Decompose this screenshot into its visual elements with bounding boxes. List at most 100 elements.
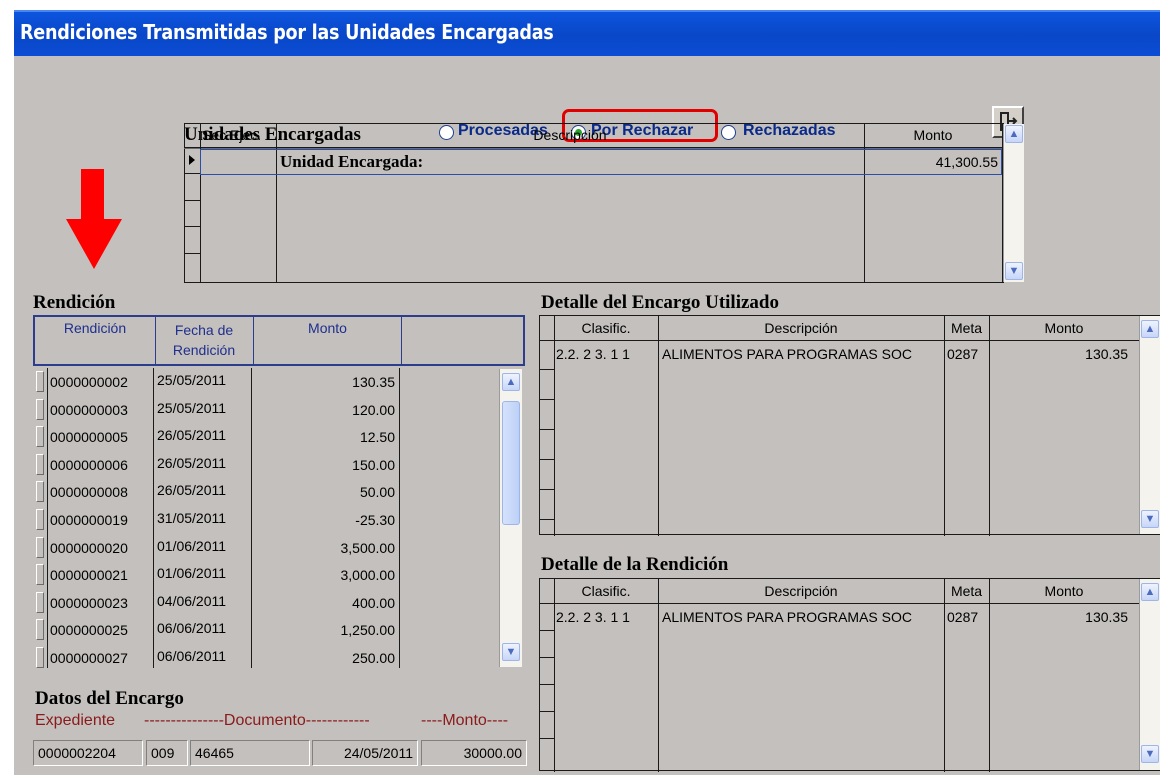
rendicion-monto: 120.00 — [352, 402, 395, 418]
rendicion-number: 0000000025 — [50, 622, 128, 638]
table-row[interactable]: 0000000027 06/06/2011 250.00 — [35, 644, 499, 672]
scroll-up-icon[interactable]: ▲ — [1005, 125, 1023, 143]
col-rendicion: Rendición — [63, 320, 127, 336]
row-selector[interactable] — [36, 619, 44, 640]
rendicion-fecha: 25/05/2011 — [157, 400, 227, 416]
rendicion-fecha: 26/05/2011 — [157, 482, 227, 498]
scroll-down-icon[interactable]: ▼ — [1141, 745, 1159, 763]
col-sec-ejec: Sec.Ejec. — [202, 127, 262, 143]
row-selector[interactable] — [36, 371, 44, 392]
col-descripcion: Descripción — [764, 320, 838, 336]
rendicion-monto: -25.30 — [355, 512, 395, 528]
detalle-rendicion-grid: Clasific. Descripción Meta Monto 2.2. 2 … — [539, 578, 1160, 772]
label-documento: ---------------Documento------------ — [144, 712, 370, 729]
rendicion-list: 0000000002 25/05/2011 130.35 0000000003 25/0… — [35, 368, 499, 668]
detalle-clasific: 2.2. 2 3. 1 1 — [556, 609, 630, 625]
unidades-scrollbar[interactable]: ▲ ▼ — [1003, 124, 1024, 282]
encargo-descripcion: ALIMENTOS PARA PROGRAMAS SOC — [662, 346, 912, 362]
table-row[interactable]: 0000000003 25/05/2011 120.00 — [35, 396, 499, 424]
scroll-down-icon[interactable]: ▼ — [1141, 510, 1159, 528]
label-monto: ----Monto---- — [421, 712, 509, 729]
rendicion-fecha: 31/05/2011 — [157, 510, 227, 526]
rendicion-monto: 250.00 — [352, 650, 395, 666]
scroll-up-icon[interactable]: ▲ — [502, 373, 520, 391]
rendicion-monto: 12.50 — [359, 429, 395, 445]
rendicion-monto: 400.00 — [352, 595, 395, 611]
table-row[interactable]: 0000000019 31/05/2011 -25.30 — [35, 506, 499, 534]
row-pointer-icon — [189, 155, 195, 165]
rendicion-number: 0000000021 — [50, 567, 128, 583]
table-row[interactable]: 0000000005 26/05/2011 12.50 — [35, 423, 499, 451]
scroll-down-icon[interactable]: ▼ — [1005, 262, 1023, 280]
table-row[interactable]: 0000000021 01/06/2011 3,000.00 — [35, 561, 499, 589]
rendicion-number: 0000000002 — [50, 374, 128, 390]
encargo-scrollbar[interactable]: ▲ ▼ — [1139, 316, 1160, 534]
col-clasific: Clasific. — [581, 583, 631, 599]
rendicion-number: 0000000005 — [50, 429, 128, 445]
table-row[interactable]: 0000000008 26/05/2011 50.00 — [35, 478, 499, 506]
red-arrow-icon — [66, 169, 122, 269]
monto-field[interactable]: 30000.00 — [421, 740, 527, 766]
row-selector[interactable] — [36, 564, 44, 585]
encargo-monto: 130.35 — [1085, 346, 1128, 362]
col-descripcion: Descripción — [764, 583, 838, 599]
row-selector[interactable] — [36, 537, 44, 558]
col-monto: Monto — [1044, 583, 1084, 599]
doc-tipo-field[interactable]: 009 — [146, 740, 188, 766]
col-monto: Monto — [1044, 320, 1084, 336]
rendicion-fecha: 26/05/2011 — [157, 455, 227, 471]
rendicion-fecha: 04/06/2011 — [157, 593, 227, 609]
rendicion-scrollbar[interactable]: ▲ ▼ — [499, 369, 522, 667]
scroll-up-icon[interactable]: ▲ — [1141, 583, 1159, 601]
rendicion-fecha: 25/05/2011 — [157, 372, 227, 388]
unidad-monto: 41,300.55 — [935, 154, 998, 170]
row-selector[interactable] — [36, 481, 44, 502]
rendicion-monto: 130.35 — [352, 374, 395, 390]
row-selector[interactable] — [36, 509, 44, 530]
rendicion-fecha: 26/05/2011 — [157, 427, 227, 443]
scroll-thumb[interactable] — [502, 401, 520, 525]
table-row[interactable]: 0000000006 26/05/2011 150.00 — [35, 451, 499, 479]
table-row[interactable]: 0000000025 06/06/2011 1,250.00 — [35, 616, 499, 644]
col-monto-rendicion: Monto — [308, 320, 347, 336]
rendicion-number: 0000000020 — [50, 540, 128, 556]
datos-encargo-heading: Datos del Encargo — [35, 688, 184, 709]
scroll-down-icon[interactable]: ▼ — [502, 643, 520, 661]
row-selector[interactable] — [36, 426, 44, 447]
detalle-scrollbar[interactable]: ▲ ▼ — [1139, 579, 1160, 770]
detalle-descripcion: ALIMENTOS PARA PROGRAMAS SOC — [662, 609, 912, 625]
col-fecha: Fecha de Rendición — [172, 322, 236, 358]
rendicion-number: 0000000006 — [50, 457, 128, 473]
doc-fecha-field[interactable]: 24/05/2011 — [312, 740, 418, 766]
unidad-descripcion: Unidad Encargada: — [280, 152, 424, 171]
rendicion-monto: 3,000.00 — [340, 567, 396, 583]
rendicion-number: 0000000019 — [50, 512, 128, 528]
row-selector[interactable] — [36, 592, 44, 613]
label-expediente: Expediente — [35, 712, 116, 729]
rendicion-monto: 3,500.00 — [340, 540, 396, 556]
scroll-up-icon[interactable]: ▲ — [1141, 320, 1159, 338]
col-meta: Meta — [950, 320, 983, 336]
rendicion-number: 0000000027 — [50, 650, 128, 666]
rendicion-number: 0000000008 — [50, 484, 128, 500]
window-title: Rendiciones Transmitidas por las Unidade… — [20, 20, 554, 44]
detalle-rendicion-heading: Detalle de la Rendición — [541, 554, 729, 575]
detalle-meta: 0287 — [947, 609, 979, 625]
rendicion-header: Rendición Fecha de Rendición Monto — [33, 315, 525, 366]
col-meta: Meta — [950, 583, 983, 599]
table-row[interactable]: 0000000002 25/05/2011 130.35 — [35, 368, 499, 396]
rendicion-monto: 50.00 — [359, 484, 395, 500]
expediente-field[interactable]: 0000002204 — [33, 740, 143, 766]
col-monto: Monto — [913, 127, 953, 143]
row-selector[interactable] — [36, 647, 44, 668]
row-selector[interactable] — [36, 399, 44, 420]
doc-numero-field[interactable]: 46465 — [190, 740, 310, 766]
encargo-utilizado-grid: Clasific. Descripción Meta Monto 2.2. 2 … — [539, 315, 1160, 536]
table-row[interactable]: 0000000020 01/06/2011 3,500.00 — [35, 534, 499, 562]
row-selector[interactable] — [36, 454, 44, 475]
table-row[interactable]: 0000000023 04/06/2011 400.00 — [35, 589, 499, 617]
rendicion-number: 0000000023 — [50, 595, 128, 611]
unidades-table: Sec.Ejec. Descripción Monto Unidad Encar… — [184, 123, 1004, 283]
encargo-clasific: 2.2. 2 3. 1 1 — [556, 346, 630, 362]
rendicion-monto: 150.00 — [352, 457, 395, 473]
